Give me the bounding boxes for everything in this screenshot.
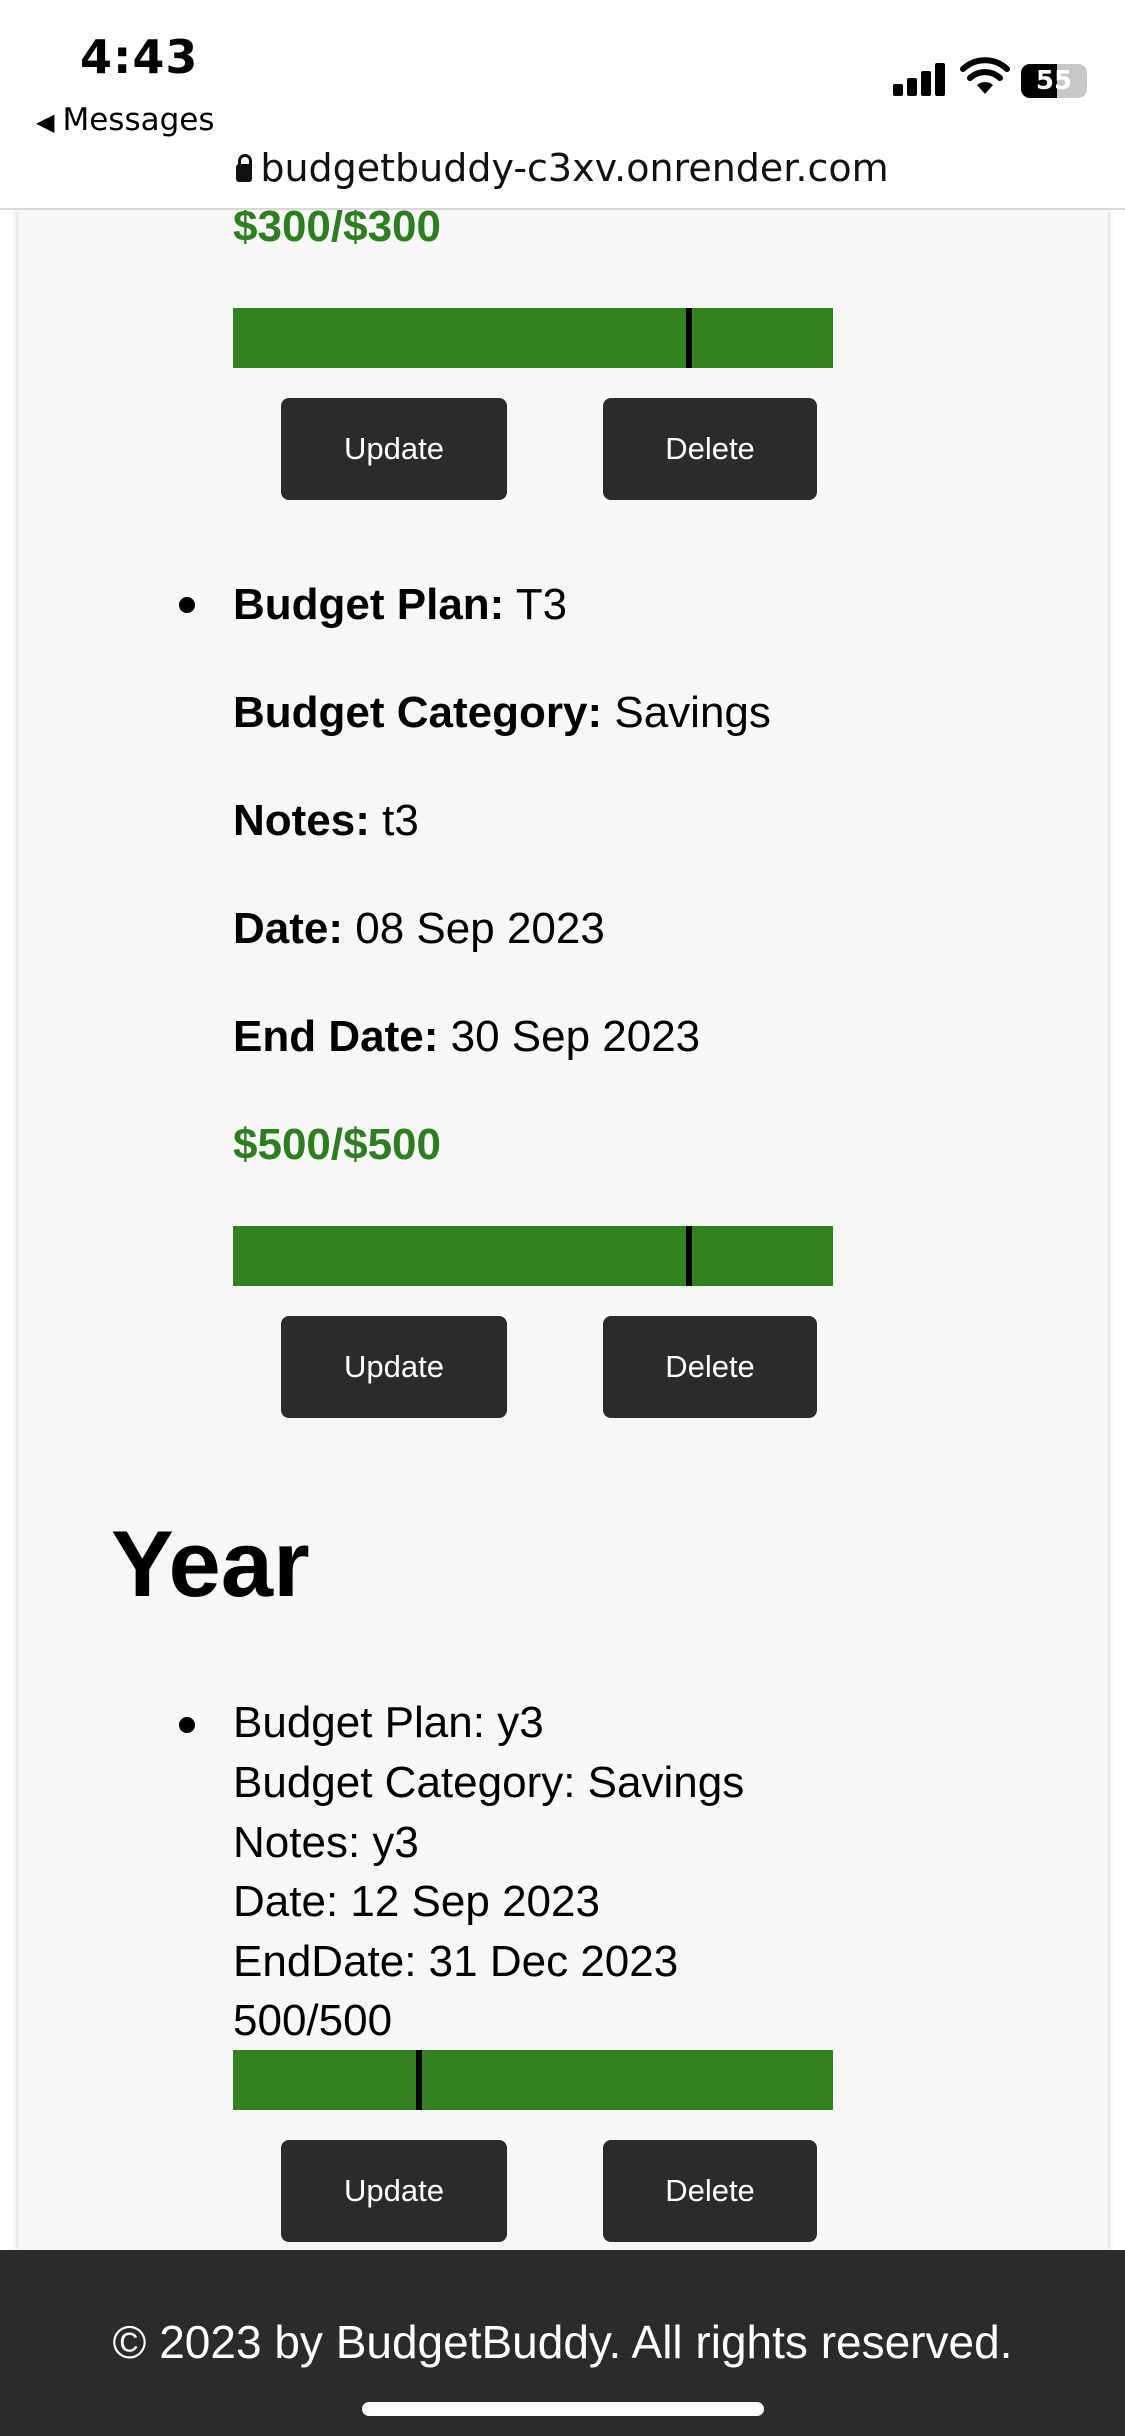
battery-level: 55 xyxy=(1035,66,1073,96)
signal-icon xyxy=(893,62,947,96)
notes-field: Notes: y3 xyxy=(233,1818,419,1867)
footer: © 2023 by BudgetBuddy. All rights reserv… xyxy=(0,2250,1125,2436)
page-content: $300/$300 Update Delete Budget Plan: T3 … xyxy=(18,210,1108,2250)
section-heading-year: Year xyxy=(111,1511,310,1616)
delete-button[interactable]: Delete xyxy=(603,1316,817,1418)
plan-amount: $300/$300 xyxy=(233,210,441,251)
back-to-messages[interactable]: ◀ Messages xyxy=(36,102,215,138)
update-button[interactable]: Update xyxy=(281,1316,507,1418)
list-bullet xyxy=(179,1717,195,1733)
address-bar[interactable]: budgetbuddy-c3xv.onrender.com xyxy=(0,146,1125,190)
progress-marker xyxy=(686,308,692,368)
update-button[interactable]: Update xyxy=(281,2140,507,2242)
battery-icon: 55 xyxy=(1021,64,1087,98)
date-field: Date: 12 Sep 2023 xyxy=(233,1877,600,1926)
delete-button[interactable]: Delete xyxy=(603,2140,817,2242)
home-indicator[interactable] xyxy=(362,2402,764,2416)
list-bullet xyxy=(179,597,195,613)
end-date-field: EndDate: 31 Dec 2023 xyxy=(233,1937,679,1986)
lock-icon xyxy=(236,154,253,182)
notes-field: Notes: t3 xyxy=(233,796,419,845)
date-field: Date: 08 Sep 2023 xyxy=(233,904,605,953)
progress-bar xyxy=(233,308,833,368)
progress-marker xyxy=(416,2050,422,2110)
update-button[interactable]: Update xyxy=(281,398,507,500)
clock: 4:43 xyxy=(80,30,199,84)
plan-amount: $500/$500 xyxy=(233,1120,441,1169)
status-bar: 4:43 ◀ Messages 55 budgetbuddy-c3xv.onren… xyxy=(0,0,1125,210)
progress-bar xyxy=(233,1226,833,1286)
budget-category-field: Budget Category: Savings xyxy=(233,1758,745,1807)
budget-plan-field: Budget Plan: y3 xyxy=(233,1698,544,1747)
budget-category-field: Budget Category: Savings xyxy=(233,688,771,737)
wifi-icon xyxy=(960,57,1010,94)
delete-button[interactable]: Delete xyxy=(603,398,817,500)
progress-marker xyxy=(686,1226,692,1286)
plan-amount: 500/500 xyxy=(233,1996,393,2045)
budget-plan-field: Budget Plan: T3 xyxy=(233,580,568,629)
back-label: Messages xyxy=(62,102,215,138)
footer-copyright: © 2023 by BudgetBuddy. All rights reserv… xyxy=(112,2316,1013,2368)
end-date-field: End Date: 30 Sep 2023 xyxy=(233,1012,701,1061)
progress-bar xyxy=(233,2050,833,2110)
url-text: budgetbuddy-c3xv.onrender.com xyxy=(260,146,889,190)
back-arrow-icon: ◀ xyxy=(36,108,55,136)
